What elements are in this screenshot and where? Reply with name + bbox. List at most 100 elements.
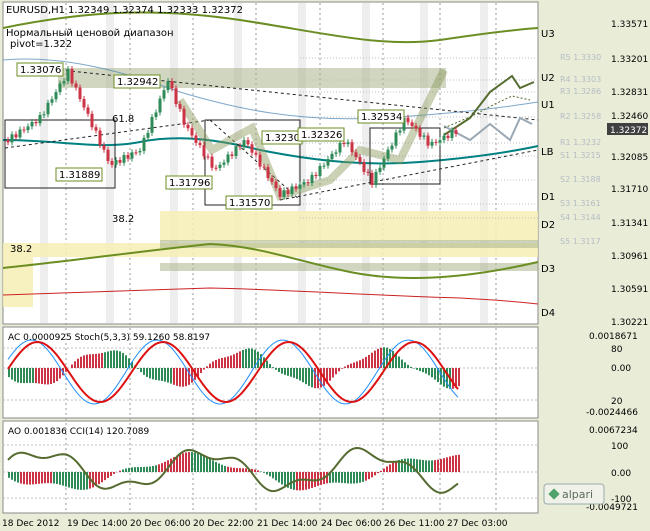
candle-body — [22, 129, 26, 131]
pivot-s1: S1 1.3215 — [560, 151, 601, 160]
ao-bar — [113, 472, 115, 474]
candle-body — [394, 132, 398, 146]
ac-bar — [11, 368, 13, 380]
ao-bar — [98, 472, 100, 485]
ao-bar — [305, 472, 307, 490]
ao-bar — [284, 472, 286, 487]
ao-bar — [272, 472, 274, 479]
ac-bar — [182, 368, 184, 387]
candle-body — [82, 98, 86, 108]
ao-cci-title: AO 0.001836 CCI(14) 120.7089 — [8, 427, 150, 437]
ac-bar — [104, 352, 106, 368]
candle-body — [114, 160, 118, 165]
ao-bar — [350, 472, 352, 484]
ac-bar — [233, 354, 235, 368]
level-lb: LB — [541, 147, 554, 158]
ao-bar — [269, 472, 271, 477]
ao-bar — [122, 469, 124, 472]
candle-body — [58, 83, 62, 93]
ao-bar — [278, 472, 280, 483]
ac-bar — [143, 368, 145, 375]
candle-body — [138, 150, 142, 153]
ac-bar — [440, 368, 442, 385]
level-u2: U2 — [541, 73, 555, 84]
candle-body — [434, 141, 438, 143]
ao-bar — [32, 472, 34, 485]
ac-bar — [119, 351, 121, 368]
ao-bar — [260, 471, 262, 472]
candle-body — [374, 171, 378, 185]
candle-body — [350, 142, 354, 153]
chart-window: 1.33076 1.32942 1.31889 1.31796 1.31570 … — [0, 0, 650, 531]
candle-body — [418, 128, 422, 137]
ao-bar — [440, 458, 442, 472]
level-u1: U1 — [541, 100, 555, 111]
candle-body — [450, 130, 454, 138]
candle-body — [278, 188, 282, 197]
candle-body — [50, 99, 54, 103]
ac-bar — [53, 368, 55, 383]
ac-bar — [341, 368, 343, 369]
session-shade — [234, 3, 242, 323]
pivot-r4: R4 1.3303 — [560, 75, 601, 84]
support-band-2 — [160, 263, 538, 271]
fib-label: 61.8 — [112, 114, 134, 125]
ac-bar — [50, 368, 52, 385]
ac-bar — [20, 368, 22, 384]
price-tick: 1.33571 — [611, 20, 648, 30]
candle-body — [66, 69, 70, 82]
ao-bar — [101, 472, 103, 483]
candle-body — [118, 160, 122, 163]
ac-bar — [335, 368, 337, 375]
ao-bar — [338, 472, 340, 483]
ac-bar — [218, 358, 220, 368]
ao-bar — [80, 472, 82, 490]
ao-bar — [455, 455, 457, 472]
price-tick: 1.30961 — [611, 252, 648, 262]
ac-bar — [209, 363, 211, 368]
ao-bar — [419, 459, 421, 472]
ac-bar — [155, 368, 157, 380]
candle-body — [30, 121, 34, 127]
time-tick: 26 Dec 11:00 — [384, 519, 445, 529]
ao-bar — [275, 472, 277, 481]
ao-bar — [446, 457, 448, 472]
symbol-label: EURUSD,H1 — [6, 5, 65, 16]
ac-bar — [107, 351, 109, 368]
ao-bar — [347, 472, 349, 484]
candle-body — [334, 152, 338, 154]
ac-bar — [278, 368, 280, 372]
candle-body — [410, 122, 414, 126]
ao-bar — [368, 472, 370, 480]
candle-body — [154, 112, 158, 118]
candle-body — [366, 171, 370, 173]
ao-bar — [281, 472, 283, 485]
axis-tick: 0.00 — [611, 469, 631, 479]
ac-bar — [272, 367, 274, 368]
candle-body — [354, 152, 358, 157]
ao-bar — [341, 472, 343, 483]
ac-bar — [32, 368, 34, 383]
candle-body — [214, 167, 218, 169]
candle-body — [158, 98, 162, 113]
time-tick: 21 Dec 14:00 — [257, 519, 318, 529]
ac-bar — [206, 366, 208, 368]
ao-bar — [179, 454, 181, 472]
level-d1: D1 — [541, 192, 555, 203]
ao-bar — [50, 472, 52, 484]
ac-bar — [296, 368, 298, 379]
candle-body — [170, 81, 174, 89]
ac-bar — [350, 363, 352, 368]
ac-bar — [98, 353, 100, 368]
candle-body — [234, 146, 238, 156]
ao-bar — [131, 467, 133, 472]
candle-body — [110, 161, 114, 165]
pivot-s5: S5 1.3117 — [560, 237, 601, 246]
ao-bar — [77, 472, 79, 490]
ac-bar — [299, 368, 301, 381]
ao-bar — [392, 462, 394, 472]
candle-body — [342, 142, 346, 145]
pivot-r2: R2 1.3258 — [560, 112, 601, 121]
candle-body — [46, 102, 50, 115]
ac-bar — [425, 368, 427, 374]
